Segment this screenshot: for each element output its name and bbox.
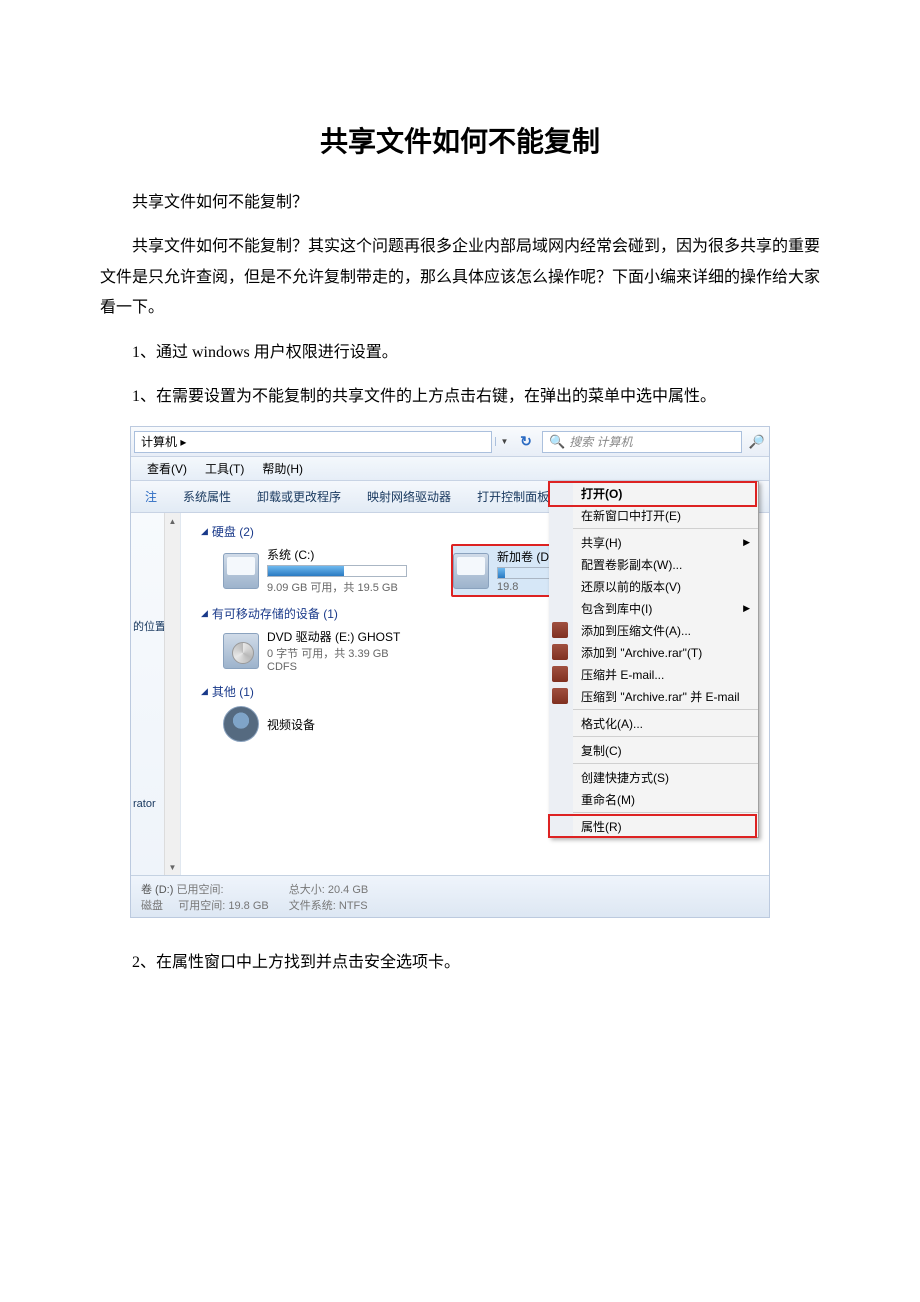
scroll-up-icon[interactable]: ▲ (165, 513, 180, 529)
paragraph-body: 共享文件如何不能复制？其实这个问题再很多企业内部局域网内经常会碰到，因为很多共享… (100, 232, 820, 323)
camera-icon (223, 706, 259, 742)
breadcrumb-text: 计算机 ▸ (141, 433, 186, 450)
drive-name: 系统 (C:) (267, 546, 407, 563)
cm-label: 压缩并 E-mail... (581, 666, 664, 683)
collapse-icon: ◢ (201, 608, 208, 619)
menu-tools[interactable]: 工具(T) (205, 460, 244, 477)
section-label: 其他 (1) (212, 683, 254, 700)
drive-name: 视频设备 (267, 716, 315, 733)
cm-open[interactable]: 打开(O) (573, 482, 758, 504)
cm-label: 添加到 "Archive.rar"(T) (581, 644, 702, 661)
search-input[interactable]: 🔍 搜索 计算机 (542, 431, 742, 453)
explorer-window: 计算机 ▸ ▼ ↻ 🔍 搜索 计算机 🔎 查看(V) 工具(T) 帮助(H) 注… (130, 426, 770, 918)
breadcrumb[interactable]: 计算机 ▸ (134, 431, 492, 453)
cm-add-archive[interactable]: 添加到压缩文件(A)... (573, 619, 758, 641)
search-go-icon[interactable]: 🔎 (745, 434, 769, 450)
cm-share[interactable]: 共享(H) ▶ (573, 531, 758, 553)
drive-c[interactable]: 系统 (C:) 9.09 GB 可用，共 19.5 GB (221, 544, 421, 597)
detail-used-label: 已用空间: (176, 884, 223, 896)
rar-icon (552, 688, 568, 704)
toolbar-uninstall[interactable]: 卸载或更改程序 (257, 488, 341, 505)
cm-label: 添加到压缩文件(A)... (581, 622, 691, 639)
toolbar-organize[interactable]: 注 (145, 488, 157, 505)
collapse-icon: ◢ (201, 686, 208, 697)
sidebar: 的位置 rator ▲ ▼ (131, 513, 181, 875)
hdd-icon (453, 553, 489, 589)
submenu-arrow-icon: ▶ (743, 603, 750, 614)
detail-name: 卷 (D:) (141, 884, 173, 896)
rar-icon (552, 666, 568, 682)
cm-separator (573, 763, 758, 764)
paragraph-step1b: 1、在需要设置为不能复制的共享文件的上方点击右键，在弹出的菜单中选中属性。 (100, 382, 820, 412)
cm-compress-email[interactable]: 压缩并 E-mail... (573, 663, 758, 685)
drive-free: 9.09 GB 可用，共 19.5 GB (267, 579, 407, 595)
cm-separator (573, 528, 758, 529)
cm-format[interactable]: 格式化(A)... (573, 712, 758, 734)
cm-separator (573, 812, 758, 813)
drive-e[interactable]: DVD 驱动器 (E:) GHOST 0 字节 可用，共 3.39 GB CDF… (221, 626, 421, 675)
doc-title: 共享文件如何不能复制 (100, 120, 820, 160)
details-pane: 卷 (D:) 已用空间: 磁盘 可用空间: 19.8 GB 总大小: 20.4 … (131, 875, 769, 917)
menu-bar: 查看(V) 工具(T) 帮助(H) (131, 457, 769, 481)
paragraph-intro: 共享文件如何不能复制？ (100, 188, 820, 218)
rar-icon (552, 644, 568, 660)
address-bar: 计算机 ▸ ▼ ↻ 🔍 搜索 计算机 🔎 (131, 427, 769, 457)
cm-label: 压缩到 "Archive.rar" 并 E-mail (581, 688, 740, 705)
cm-shortcut[interactable]: 创建快捷方式(S) (573, 766, 758, 788)
cm-rename[interactable]: 重命名(M) (573, 788, 758, 810)
detail-fs: 文件系统: NTFS (289, 900, 368, 912)
paragraph-step1: 1、通过 windows 用户权限进行设置。 (100, 338, 820, 368)
collapse-icon: ◢ (201, 526, 208, 537)
detail-size: 总大小: 20.4 GB (289, 884, 368, 896)
drive-video[interactable]: 视频设备 (221, 704, 421, 744)
drive-fs: CDFS (267, 661, 400, 673)
context-menu: 打开(O) 在新窗口中打开(E) 共享(H) ▶ 配置卷影副本(W)... 还原以… (549, 481, 759, 838)
toolbar-map-drive[interactable]: 映射网络驱动器 (367, 488, 451, 505)
search-placeholder: 搜索 计算机 (569, 433, 632, 450)
drive-free: 0 字节 可用，共 3.39 GB (267, 645, 400, 661)
scroll-down-icon[interactable]: ▼ (165, 859, 180, 875)
submenu-arrow-icon: ▶ (743, 537, 750, 548)
sidebar-item[interactable]: 的位置 (133, 618, 166, 634)
cm-add-archive-named[interactable]: 添加到 "Archive.rar"(T) (573, 641, 758, 663)
toolbar-control-panel[interactable]: 打开控制面板 (477, 488, 549, 505)
menu-view[interactable]: 查看(V) (147, 460, 187, 477)
dvd-icon (223, 633, 259, 669)
refresh-button[interactable]: ↻ (513, 433, 539, 450)
address-dropdown[interactable]: ▼ (495, 437, 513, 446)
toolbar-sys-props[interactable]: 系统属性 (183, 488, 231, 505)
section-label: 硬盘 (2) (212, 523, 254, 540)
cm-copy[interactable]: 复制(C) (573, 739, 758, 761)
menu-help[interactable]: 帮助(H) (262, 460, 303, 477)
drive-name: DVD 驱动器 (E:) GHOST (267, 628, 400, 645)
cm-open-new[interactable]: 在新窗口中打开(E) (573, 504, 758, 526)
cm-restore[interactable]: 还原以前的版本(V) (573, 575, 758, 597)
cm-properties[interactable]: 属性(R) (573, 815, 758, 837)
search-icon: 🔍 (549, 434, 565, 450)
capacity-bar (267, 565, 407, 577)
paragraph-step2: 2、在属性窗口中上方找到并点击安全选项卡。 (100, 948, 820, 978)
cm-separator (573, 736, 758, 737)
cm-include-lib[interactable]: 包含到库中(I) ▶ (573, 597, 758, 619)
detail-free: 可用空间: 19.8 GB (178, 900, 268, 912)
cm-shadow-copy[interactable]: 配置卷影副本(W)... (573, 553, 758, 575)
cm-label: 包含到库中(I) (581, 600, 652, 617)
rar-icon (552, 622, 568, 638)
hdd-icon (223, 553, 259, 589)
section-label: 有可移动存储的设备 (1) (212, 605, 338, 622)
cm-separator (573, 709, 758, 710)
sidebar-item[interactable]: rator (133, 798, 156, 810)
cm-label: 共享(H) (581, 534, 622, 551)
sidebar-scrollbar[interactable]: ▲ ▼ (164, 513, 180, 875)
cm-compress-email-named[interactable]: 压缩到 "Archive.rar" 并 E-mail (573, 685, 758, 707)
detail-type: 磁盘 (141, 900, 163, 912)
cm-label: 打开(O) (581, 485, 622, 502)
